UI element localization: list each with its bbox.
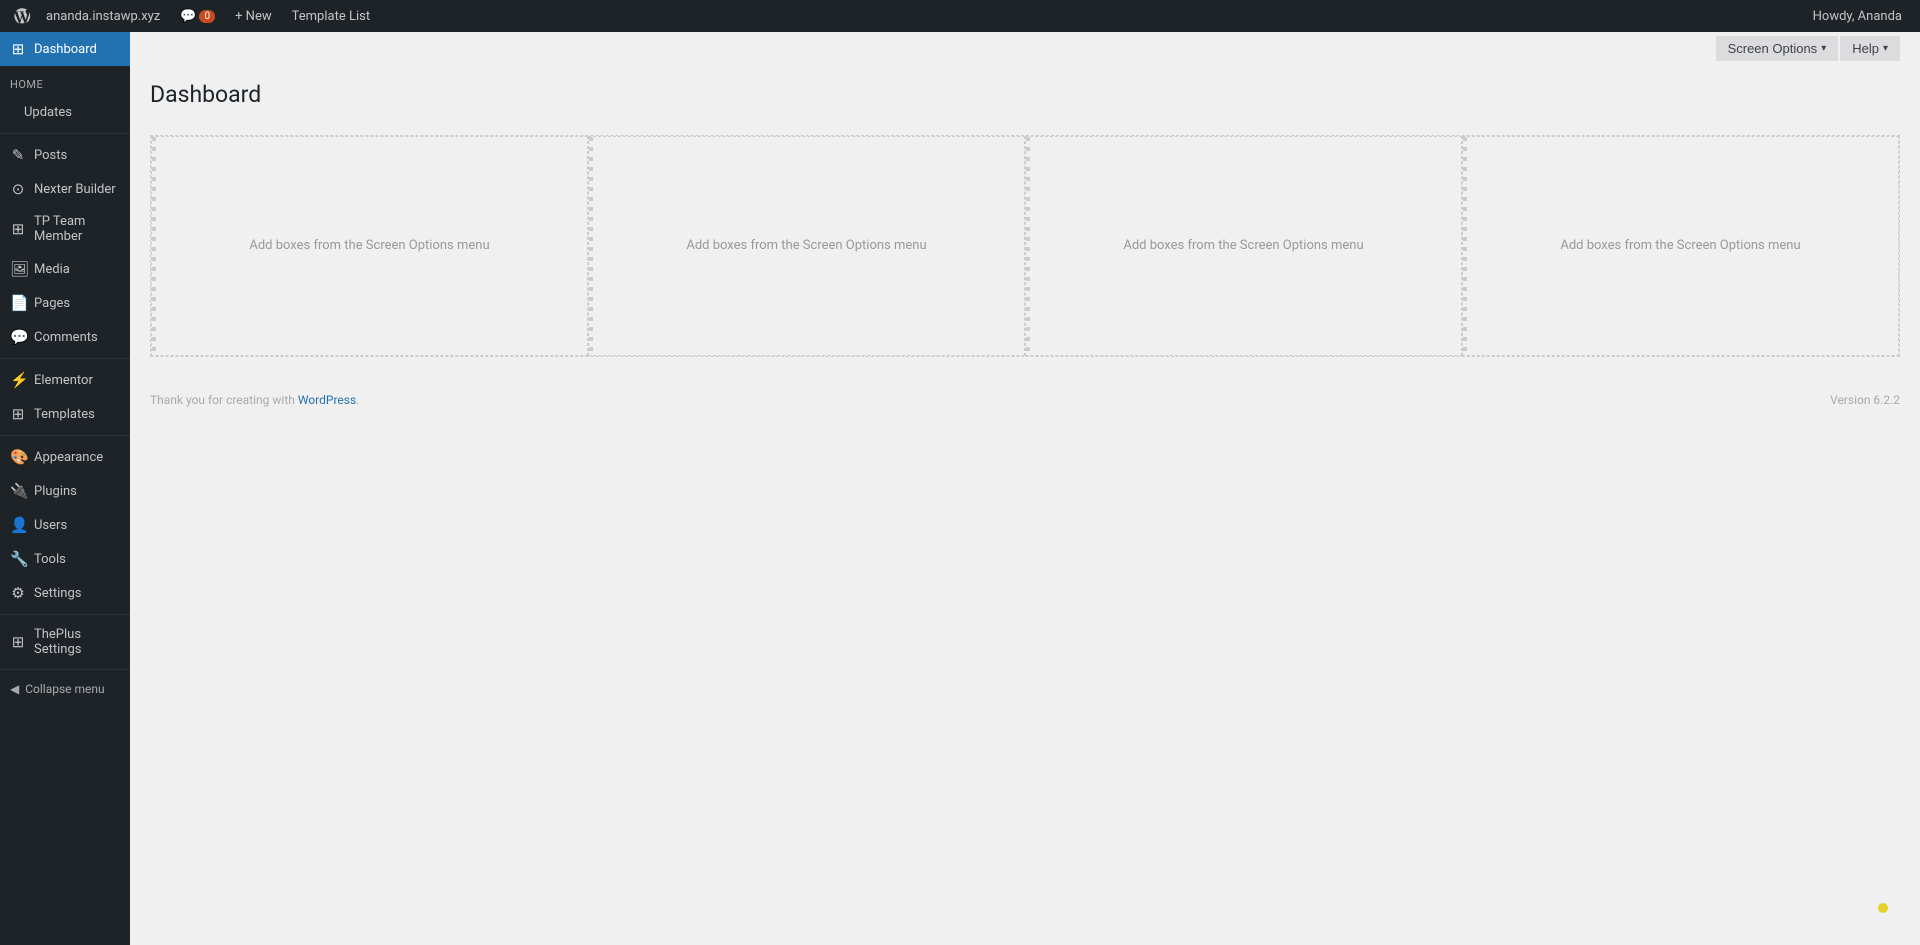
dashboard-column-3-placeholder: Add boxes from the Screen Options menu <box>1123 238 1363 253</box>
sidebar-item-dashboard[interactable]: ⊞ Dashboard <box>0 32 130 66</box>
help-label: Help <box>1852 41 1879 56</box>
menu-separator-5 <box>0 669 130 670</box>
nexter-builder-icon: ⊙ <box>10 180 26 198</box>
sidebar-item-tools[interactable]: 🔧 Tools <box>0 542 130 576</box>
settings-icon: ⚙ <box>10 584 26 602</box>
sidebar-item-tools-label: Tools <box>34 552 66 567</box>
comments-menu-icon: 💬 <box>10 328 26 346</box>
dashboard-column-3: Add boxes from the Screen Options menu <box>1025 136 1462 356</box>
dashboard-column-1: Add boxes from the Screen Options menu <box>151 136 588 356</box>
sidebar-item-media-label: Media <box>34 262 70 277</box>
dashboard-icon: ⊞ <box>10 40 26 58</box>
dashboard-column-2: Add boxes from the Screen Options menu <box>588 136 1025 356</box>
sidebar-item-elementor-label: Elementor <box>34 373 93 388</box>
sidebar-item-users[interactable]: 👤 Users <box>0 508 130 542</box>
dashboard-grid: Add boxes from the Screen Options menu A… <box>150 135 1900 357</box>
sidebar-item-updates-label: Updates <box>24 105 72 120</box>
collapse-menu-icon: ◀ <box>10 682 19 696</box>
tools-icon: 🔧 <box>10 550 26 568</box>
adminbar-items: ananda.instawp.xyz 💬 0 + New Template Li… <box>36 0 1803 32</box>
sidebar-item-pages[interactable]: 📄 Pages <box>0 286 130 320</box>
sidebar-item-comments[interactable]: 💬 Comments <box>0 320 130 354</box>
page-title: Dashboard <box>150 71 1900 119</box>
wp-logo[interactable] <box>8 0 36 32</box>
tp-team-member-icon: ⊞ <box>10 220 26 238</box>
dashboard-column-4-placeholder: Add boxes from the Screen Options menu <box>1560 238 1800 253</box>
users-icon: 👤 <box>10 516 26 534</box>
dashboard-column-1-placeholder: Add boxes from the Screen Options menu <box>249 238 489 253</box>
adminbar-comments[interactable]: 💬 0 <box>170 0 225 32</box>
sidebar-item-settings-label: Settings <box>34 586 81 601</box>
wp-footer: Thank you for creating with WordPress. V… <box>130 377 1920 423</box>
sidebar-item-theplus-settings-label: ThePlus Settings <box>34 627 120 657</box>
sidebar-item-settings[interactable]: ⚙ Settings <box>0 576 130 610</box>
sidebar-item-templates[interactable]: ⊞ Templates <box>0 397 130 431</box>
sidebar-item-dashboard-label: Dashboard <box>34 42 97 57</box>
menu-separator-3 <box>0 435 130 436</box>
collapse-menu-button[interactable]: ◀ Collapse menu <box>0 674 130 704</box>
theplus-settings-icon: ⊞ <box>10 633 26 651</box>
screen-meta-links: Screen Options ▾ Help ▾ <box>130 32 1920 61</box>
pages-icon: 📄 <box>10 294 26 312</box>
elementor-icon: ⚡ <box>10 371 26 389</box>
sidebar-item-nexter-builder-label: Nexter Builder <box>34 182 116 197</box>
screen-options-label: Screen Options <box>1728 41 1818 56</box>
sidebar-item-comments-label: Comments <box>34 330 98 345</box>
posts-icon: ✎ <box>10 146 26 164</box>
sidebar-item-nexter-builder[interactable]: ⊙ Nexter Builder <box>0 172 130 206</box>
footer-wordpress-link[interactable]: WordPress <box>298 393 356 407</box>
page-wrap: Dashboard Add boxes from the Screen Opti… <box>130 61 1920 377</box>
sidebar-item-pages-label: Pages <box>34 296 70 311</box>
main-content: Screen Options ▾ Help ▾ Dashboard Add bo… <box>130 32 1920 945</box>
adminbar-site-name[interactable]: ananda.instawp.xyz <box>36 0 170 32</box>
templates-icon: ⊞ <box>10 405 26 423</box>
sidebar-item-updates[interactable]: Updates <box>0 95 130 129</box>
sidebar-item-users-label: Users <box>34 518 67 533</box>
footer-thank-you: Thank you for creating with WordPress. <box>150 393 359 407</box>
help-arrow: ▾ <box>1883 43 1888 54</box>
adminbar-right: Howdy, Ananda <box>1803 0 1912 32</box>
adminbar-template-list[interactable]: Template List <box>282 0 380 32</box>
adminbar-new[interactable]: + New <box>225 0 282 32</box>
footer-version: Version 6.2.2 <box>1830 393 1900 407</box>
screen-options-button[interactable]: Screen Options ▾ <box>1716 36 1839 61</box>
sidebar-item-theplus-settings[interactable]: ⊞ ThePlus Settings <box>0 619 130 665</box>
sidebar-item-plugins[interactable]: 🔌 Plugins <box>0 474 130 508</box>
help-button[interactable]: Help ▾ <box>1840 36 1900 61</box>
sidebar-item-templates-label: Templates <box>34 407 95 422</box>
dashboard-column-2-placeholder: Add boxes from the Screen Options menu <box>686 238 926 253</box>
sidebar-item-tp-team-member-label: TP Team Member <box>34 214 120 244</box>
admin-bar: ananda.instawp.xyz 💬 0 + New Template Li… <box>0 0 1920 32</box>
sidebar-item-appearance[interactable]: 🎨 Appearance <box>0 440 130 474</box>
plugins-icon: 🔌 <box>10 482 26 500</box>
sidebar-item-appearance-label: Appearance <box>34 450 103 465</box>
sidebar-item-tp-team-member[interactable]: ⊞ TP Team Member <box>0 206 130 252</box>
sidebar-item-plugins-label: Plugins <box>34 484 77 499</box>
sidebar-item-posts[interactable]: ✎ Posts <box>0 138 130 172</box>
menu-separator-1 <box>0 133 130 134</box>
menu-separator-4 <box>0 614 130 615</box>
wp-wrap: ⊞ Dashboard Home Updates ✎ Posts ⊙ Nexte… <box>0 32 1920 945</box>
menu-separator-2 <box>0 358 130 359</box>
adminbar-howdy[interactable]: Howdy, Ananda <box>1803 0 1912 32</box>
screen-options-arrow: ▾ <box>1821 43 1826 54</box>
dashboard-column-4: Add boxes from the Screen Options menu <box>1462 136 1899 356</box>
sidebar-item-posts-label: Posts <box>34 148 67 163</box>
sidebar-item-elementor[interactable]: ⚡ Elementor <box>0 363 130 397</box>
sidebar-home-section: Home <box>0 66 130 95</box>
collapse-menu-label: Collapse menu <box>25 682 104 696</box>
footer-thank-you-text: Thank you for creating with <box>150 393 295 407</box>
comments-count: 0 <box>199 10 215 23</box>
sidebar-item-media[interactable]: 🖼 Media <box>0 252 130 286</box>
admin-menu: ⊞ Dashboard Home Updates ✎ Posts ⊙ Nexte… <box>0 32 130 945</box>
media-icon: 🖼 <box>10 260 26 278</box>
appearance-icon: 🎨 <box>10 448 26 466</box>
comments-icon: 💬 <box>180 9 196 24</box>
